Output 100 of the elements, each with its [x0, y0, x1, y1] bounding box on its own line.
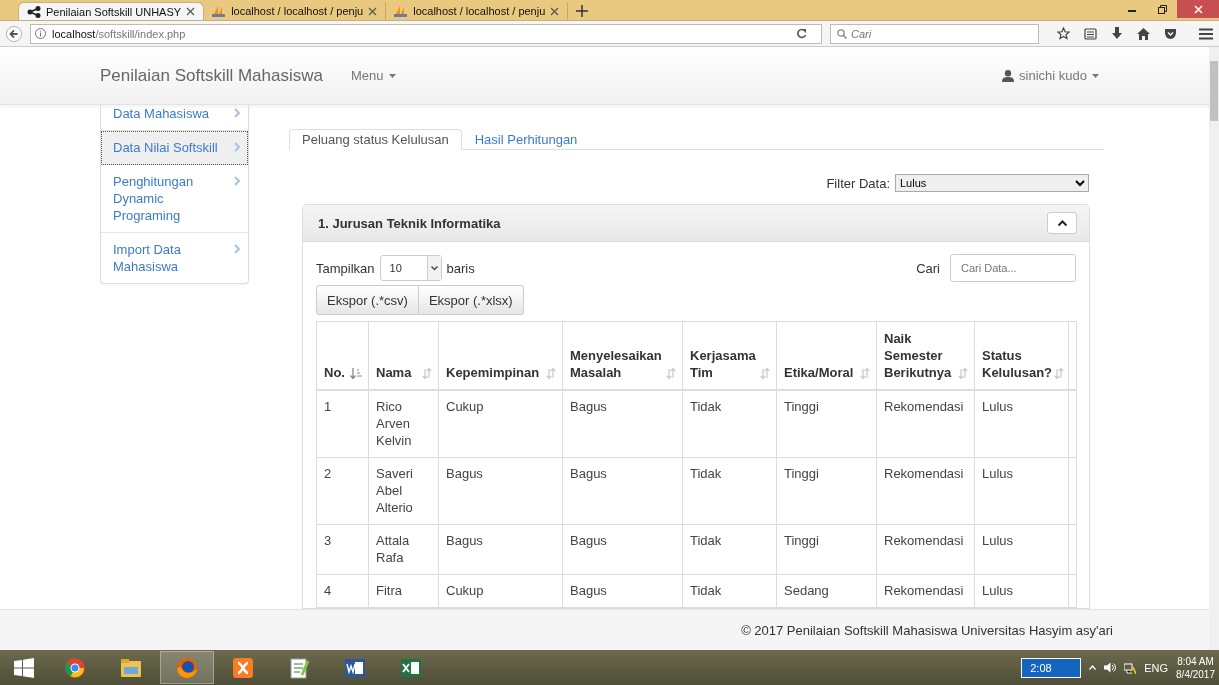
network-icon[interactable]	[1124, 661, 1137, 674]
back-icon[interactable]	[6, 24, 22, 43]
table-cell: Rekomendasi	[876, 574, 975, 608]
tab[interactable]: Hasil Perhitungan	[461, 129, 591, 150]
scrollbar[interactable]	[1209, 47, 1219, 650]
sail-logo-icon	[212, 5, 227, 17]
export-button[interactable]: Ekspor (.*csv)	[316, 285, 419, 315]
speaker-icon[interactable]	[1104, 662, 1117, 673]
search-label: Cari	[916, 260, 940, 276]
language-indicator[interactable]: ENG	[1144, 661, 1169, 674]
table-cell: Tinggi	[776, 457, 877, 525]
timer-widget[interactable]: 2:08	[1021, 657, 1082, 678]
sidebar-item[interactable]: Import Data Mahasiswa	[101, 233, 248, 283]
chevron-icon	[234, 108, 240, 118]
browser-tab[interactable]: localhost / localhost / penju	[204, 2, 387, 20]
column-header[interactable]: Kerjasama Tim	[682, 321, 777, 390]
table-cell: Tinggi	[776, 524, 877, 575]
address-bar[interactable]: localhost/softskill/index.php	[30, 23, 822, 44]
search-icon	[837, 28, 847, 39]
home-icon[interactable]	[1137, 27, 1150, 40]
new-tab-icon[interactable]	[576, 5, 589, 17]
filter-select[interactable]: Lulus	[895, 174, 1089, 192]
column-header[interactable]: No.	[316, 321, 369, 390]
browser-tab[interactable]: Penilaian Softskill UNHASY	[18, 2, 205, 20]
close-icon[interactable]	[550, 6, 560, 16]
search-field[interactable]: Cari Data...	[950, 254, 1076, 282]
column-header[interactable]: Kepemimpinan	[438, 321, 563, 390]
column-header[interactable]: Status Kelulusan?	[974, 321, 1069, 390]
chevron-icon	[1057, 220, 1067, 226]
table-cell: Tidak	[682, 390, 777, 458]
download-icon[interactable]	[1111, 27, 1123, 40]
sail-logo-icon	[394, 5, 409, 17]
taskbar-app[interactable]	[160, 651, 214, 684]
table-cell: Cukup	[438, 390, 563, 458]
user-menu[interactable]: sinichi kudo	[1002, 68, 1099, 83]
export-button[interactable]: Ekspor (.*xlsx)	[418, 285, 524, 315]
share-icon	[27, 5, 41, 18]
table-cell: Lulus	[974, 390, 1069, 458]
folder-icon	[120, 656, 142, 679]
user-icon	[1002, 69, 1015, 82]
firefox-icon	[176, 656, 198, 679]
collapse-button[interactable]	[1047, 212, 1077, 234]
length-suffix: baris	[446, 260, 475, 276]
chevron-icon	[234, 176, 240, 186]
site-title[interactable]: Penilaian Softskill Mahasiswa	[100, 65, 323, 86]
close-icon[interactable]	[368, 6, 378, 16]
column-header[interactable]: Nama	[368, 321, 439, 390]
table-cell: Bagus	[562, 524, 683, 575]
table-cell: 4	[316, 574, 369, 608]
chevron-icon	[234, 142, 240, 152]
table-cell: 2	[316, 457, 369, 525]
table-cell: Rico Arven Kelvin	[368, 390, 439, 458]
table-cell: Tidak	[682, 457, 777, 525]
column-header[interactable]: Menyelesaikan Masalah	[562, 321, 683, 390]
star-icon[interactable]	[1057, 27, 1070, 40]
table-cell: Lulus	[974, 574, 1069, 608]
length-label: Tampilkan	[316, 260, 375, 276]
list-icon[interactable]	[1084, 27, 1097, 40]
table-cell: Tidak	[682, 574, 777, 608]
table-cell: Bagus	[562, 457, 683, 525]
menu-icon[interactable]	[1199, 27, 1213, 40]
search-input[interactable]: Cari	[851, 27, 1031, 40]
sidebar-item[interactable]: Data Nilai Softskill	[101, 131, 248, 165]
table-cell: Rekomendasi	[876, 457, 975, 525]
windows-start-icon[interactable]	[14, 657, 34, 678]
sidebar-item[interactable]: Penghitungan Dynamic Programing	[101, 165, 248, 233]
browser-tab[interactable]: localhost / localhost / penju	[386, 2, 569, 20]
column-header[interactable]: Etika/Moral	[776, 321, 877, 390]
caret-icon	[388, 73, 396, 78]
close-icon[interactable]	[186, 7, 196, 16]
table-cell: Rekomendasi	[876, 524, 975, 575]
xampp-icon	[232, 656, 254, 679]
reload-icon[interactable]	[796, 28, 807, 39]
pocket-icon[interactable]	[1164, 27, 1177, 40]
restore-icon[interactable]	[1157, 4, 1167, 14]
info-icon	[35, 28, 46, 39]
tab[interactable]: Peluang status Kelulusan	[289, 129, 462, 150]
caret-icon	[430, 265, 438, 271]
table-cell: Bagus	[438, 457, 563, 525]
table-cell: Saveri Abel Alterio	[368, 457, 439, 525]
table-cell: 3	[316, 524, 369, 575]
table-cell: Fitra	[368, 574, 439, 608]
clock-time[interactable]: 8:04 AM	[1177, 654, 1214, 668]
search-field[interactable]: Cari	[830, 23, 1039, 44]
table-cell: Sedang	[776, 574, 877, 608]
spreadsheet-icon	[400, 656, 422, 679]
table-cell: Bagus	[438, 524, 563, 575]
url-text: localhost/softskill/index.php	[52, 27, 186, 40]
column-header[interactable]: Naik Semester Berikutnya	[876, 321, 975, 390]
caret-icon	[1092, 73, 1099, 78]
notepad-icon	[288, 656, 310, 679]
chrome-icon	[64, 656, 86, 679]
clock-date[interactable]: 8/4/2017	[1176, 667, 1215, 681]
menu-dropdown[interactable]: Menu	[351, 68, 396, 83]
chevron-up-icon[interactable]	[1089, 665, 1097, 670]
page-size-select[interactable]: 10	[379, 255, 442, 281]
table-cell: 1	[316, 390, 369, 458]
filter-label: Filter Data:	[826, 175, 890, 191]
chevron-icon	[234, 244, 240, 254]
table-cell: Tinggi	[776, 390, 877, 458]
